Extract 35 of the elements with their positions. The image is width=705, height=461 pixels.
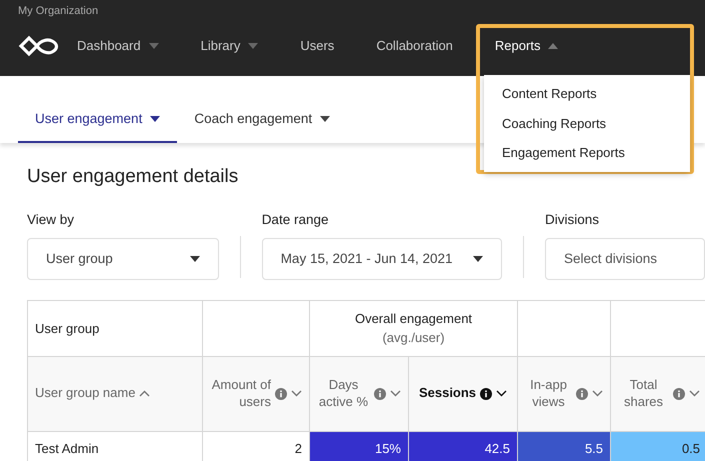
filter-label: View by [27,210,74,229]
multiselect-field[interactable]: Select divisions [545,238,705,280]
filter-label: Date range [262,210,328,229]
info-icon[interactable] [480,388,492,400]
nav-link[interactable]: Dashboard [77,36,159,56]
nav-link[interactable]: Users [300,36,334,56]
organization-name: My Organization [18,4,98,19]
caret-icon [320,116,330,122]
group-header: Overall engagement [354,310,474,328]
filter-label: Divisions [545,210,600,228]
group-header: User group [35,320,100,336]
heatmap-cell: 15% [310,431,408,461]
column-header[interactable]: User group name [35,385,136,402]
table-cell: Test Admin [28,431,202,461]
group-subtitle: (avg./user) [381,329,446,348]
nav-link[interactable]: Collaboration [376,36,453,56]
menu-item[interactable]: Coaching Reports [484,108,690,138]
menu-item[interactable]: Content Reports [484,79,690,108]
menu-item[interactable]: Engagement Reports [484,138,690,168]
heatmap-cell: 0.5 [610,431,705,461]
heatmap-cell: 5.5 [518,431,611,461]
page-title: User engagement details [27,165,238,189]
caret-icon [150,116,160,122]
nav-link[interactable]: Reports [494,36,558,56]
heatmap-cell: 42.5 [408,431,518,461]
column-header[interactable]: Sessions [418,385,476,402]
tab[interactable]: Coach engagement [177,108,348,143]
logo-icon[interactable] [18,34,60,56]
tab[interactable]: User engagement [18,108,178,143]
select-field[interactable]: May 15, 2021 - Jun 14, 2021 [262,238,502,280]
nav-link[interactable]: Library [200,36,258,56]
select-field[interactable]: User group [27,238,219,280]
caret-icon [473,256,484,262]
caret-icon [190,256,200,262]
chevron-icon[interactable] [496,390,508,398]
